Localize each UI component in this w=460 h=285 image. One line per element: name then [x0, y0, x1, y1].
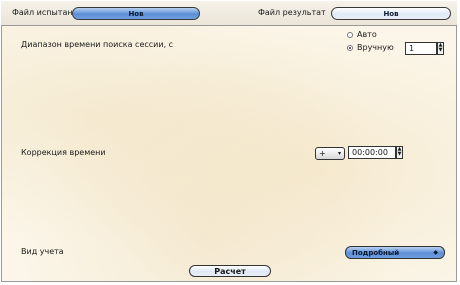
calculate-button[interactable]: Расчет: [189, 265, 271, 277]
auto-radio-label: Авто: [357, 30, 377, 39]
manual-range-spinner[interactable]: ▲ ▼: [437, 42, 444, 55]
manual-radio-label: Вручную: [357, 43, 394, 52]
result-file-label: Файл результат: [258, 8, 326, 17]
time-correction-spinner[interactable]: ▲ ▼: [396, 146, 403, 159]
chevron-down-icon: ▾: [337, 150, 341, 157]
manual-radio[interactable]: [347, 45, 353, 51]
result-file-button[interactable]: Нов: [331, 7, 451, 20]
time-sign-select[interactable]: + ▾: [315, 147, 345, 160]
auto-radio[interactable]: [347, 32, 353, 38]
chevron-down-icon: ◆: [433, 249, 438, 256]
time-correction-input[interactable]: 00:00:00: [348, 146, 396, 159]
manual-range-input[interactable]: 1: [405, 42, 437, 55]
spin-down-icon[interactable]: ▼: [397, 152, 402, 157]
test-file-button[interactable]: Нов: [72, 7, 200, 20]
account-type-label: Вид учета: [21, 247, 64, 256]
file-toolbar: Файл испытания Нов Файл результат Нов: [1, 1, 457, 26]
time-correction-label: Коррекция времени: [21, 148, 106, 157]
spin-down-icon[interactable]: ▼: [438, 48, 443, 53]
account-type-select[interactable]: Подробный ◆: [345, 246, 445, 259]
time-sign-value: +: [319, 149, 326, 158]
account-type-value: Подробный: [352, 248, 400, 257]
session-range-label: Диапазон времени поиска сессии, с: [21, 40, 174, 49]
